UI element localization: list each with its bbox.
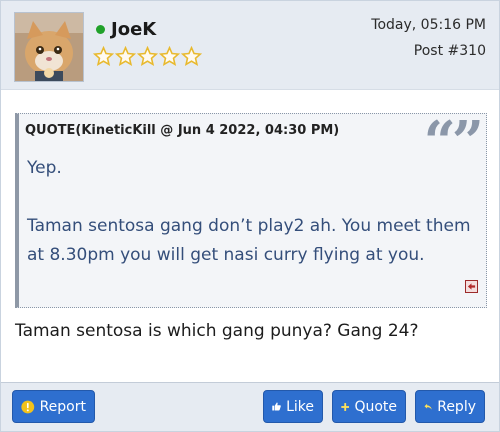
like-button[interactable]: Like — [263, 390, 323, 423]
post-date: Today, 05:16 PM — [371, 17, 486, 33]
reply-button[interactable]: Reply — [415, 390, 485, 423]
avatar-image — [15, 13, 83, 81]
quote-block: QUOTE(KineticKill @ Jun 4 2022, 04:30 PM… — [15, 113, 487, 308]
star-icon — [181, 46, 202, 66]
quote-label: Quote — [354, 398, 397, 415]
like-label: Like — [286, 398, 314, 415]
star-icon — [93, 46, 114, 66]
post-header: JoeK Today, 05:16 PM Post #310 — [1, 1, 499, 90]
star-icon — [159, 46, 180, 66]
reply-label: Reply — [437, 398, 476, 415]
reply-arrow-icon — [424, 403, 432, 410]
rating-stars — [93, 46, 202, 67]
post-footer: Report Like Quote Reply — [1, 382, 499, 431]
alert-icon — [21, 400, 35, 413]
post-body: Taman sentosa is which gang punya? Gang … — [15, 321, 419, 341]
forum-post: JoeK Today, 05:16 PM Post #310 QUOTE(Kin… — [0, 0, 500, 432]
quote-button[interactable]: Quote — [332, 390, 406, 423]
quote-text: Yep. Taman sentosa gang don’t play2 ah. … — [27, 154, 478, 270]
avatar[interactable] — [14, 12, 84, 82]
report-label: Report — [39, 398, 86, 415]
star-icon — [137, 46, 158, 66]
thumbs-up-icon — [272, 402, 281, 411]
plus-icon — [341, 402, 350, 411]
quote-paragraph: Yep. — [27, 158, 62, 178]
jump-to-quoted-post-icon[interactable] — [465, 280, 478, 293]
username-row: JoeK — [96, 19, 156, 40]
username[interactable]: JoeK — [111, 19, 156, 40]
star-icon — [115, 46, 136, 66]
report-button[interactable]: Report — [12, 390, 95, 423]
post-number[interactable]: Post #310 — [414, 43, 486, 59]
online-status-icon — [96, 25, 105, 34]
quote-paragraph: Taman sentosa gang don’t play2 ah. You m… — [27, 216, 471, 265]
quote-title: QUOTE(KineticKill @ Jun 4 2022, 04:30 PM… — [25, 123, 340, 138]
